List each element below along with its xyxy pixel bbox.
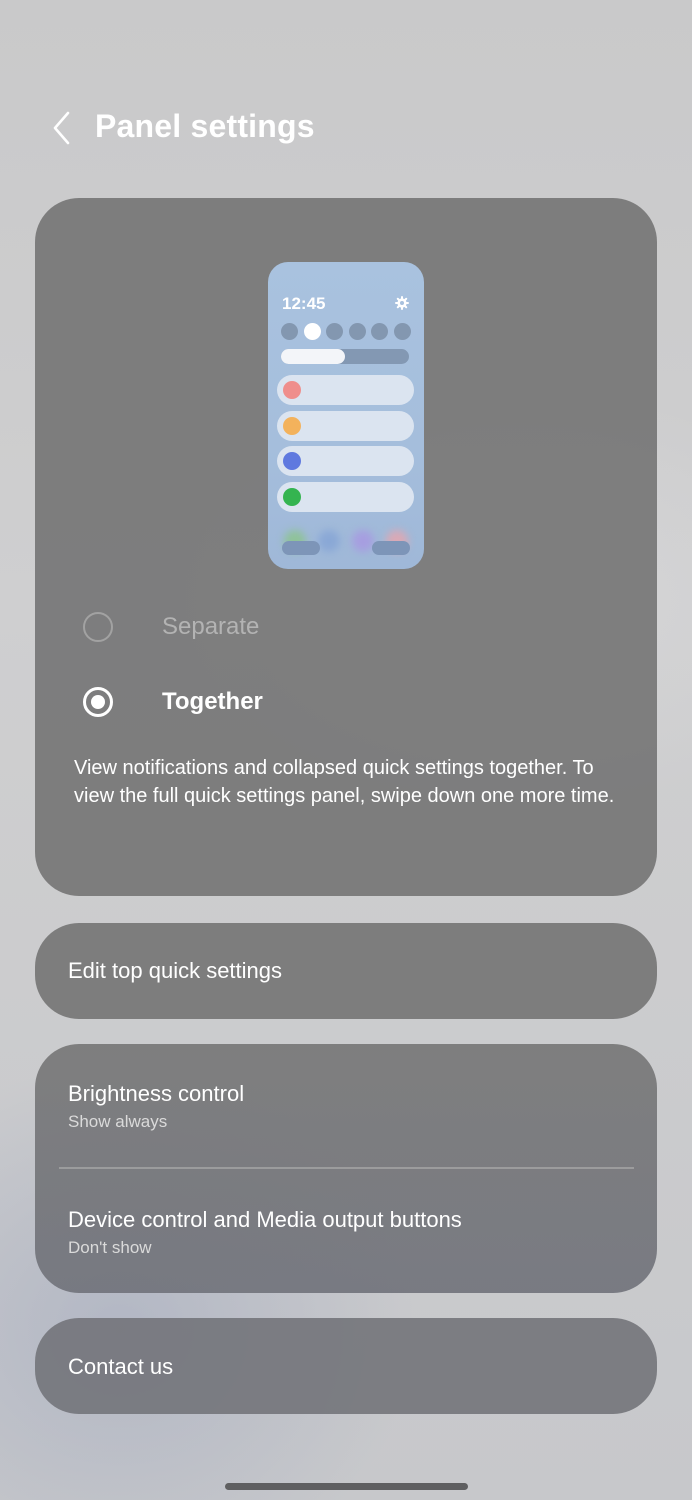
device-control-title: Device control and Media output buttons: [68, 1207, 462, 1232]
preview-bottom-bar: [278, 530, 414, 555]
option-separate-label: Separate: [162, 613, 260, 640]
device-control-value: Don't show: [68, 1238, 152, 1257]
preview-qs-dot: [303, 323, 321, 340]
preview-qs-dot: [348, 323, 366, 340]
preview-notification-icon: [283, 416, 301, 435]
chevron-left-icon: [44, 106, 80, 150]
back-button[interactable]: [44, 106, 80, 150]
app-header: Panel settings: [0, 92, 692, 164]
brightness-control-title: Brightness control: [68, 1081, 245, 1106]
preview-notification: [277, 446, 414, 476]
home-indicator[interactable]: [225, 1483, 468, 1490]
preview-qs-dot: [371, 323, 389, 340]
preview-quick-settings-row: [281, 323, 411, 341]
preview-pill: [282, 541, 320, 555]
page-title: Panel settings: [95, 108, 315, 144]
contact-us-item[interactable]: Contact us: [35, 1318, 657, 1414]
preview-notification-icon: [283, 381, 301, 399]
panel-preview-image: 12:45: [268, 262, 424, 569]
panel-style-card: 12:45 Separate Together View notificatio…: [35, 198, 657, 896]
preview-notification: [277, 481, 414, 512]
preview-qs-dot: [281, 323, 298, 340]
preview-pill: [372, 541, 410, 555]
brightness-control-value: Show always: [68, 1112, 168, 1131]
preview-brightness-bar: [281, 349, 409, 364]
radio-together[interactable]: [83, 687, 113, 717]
option-together[interactable]: Together: [83, 675, 623, 735]
option-separate[interactable]: Separate: [83, 600, 623, 660]
preview-notification: [277, 410, 414, 441]
device-control-item[interactable]: Device control and Media output buttons …: [35, 1170, 657, 1290]
preview-qs-dot: [394, 323, 411, 340]
gear-icon: [395, 296, 409, 310]
brightness-control-item[interactable]: Brightness control Show always: [35, 1044, 657, 1164]
contact-us-label: Contact us: [68, 1354, 174, 1379]
edit-top-quick-settings-label: Edit top quick settings: [68, 958, 283, 983]
panel-description: View notifications and collapsed quick s…: [74, 757, 615, 807]
preview-clock: 12:45: [282, 294, 326, 313]
option-together-label: Together: [162, 688, 263, 715]
radio-separate[interactable]: [83, 612, 113, 642]
preview-notification-icon: [283, 452, 301, 470]
preview-notification-icon: [283, 487, 301, 506]
edit-top-quick-settings-item[interactable]: Edit top quick settings: [35, 923, 657, 1019]
preview-brightness-fill: [281, 349, 345, 364]
preview-blur-blob: [318, 530, 340, 552]
preview-qs-dot: [326, 323, 344, 340]
controls-group-card: Brightness control Show always Device co…: [35, 1044, 657, 1293]
divider: [59, 1167, 634, 1169]
preview-blur-blob: [352, 530, 374, 552]
preview-notification: [277, 375, 414, 405]
